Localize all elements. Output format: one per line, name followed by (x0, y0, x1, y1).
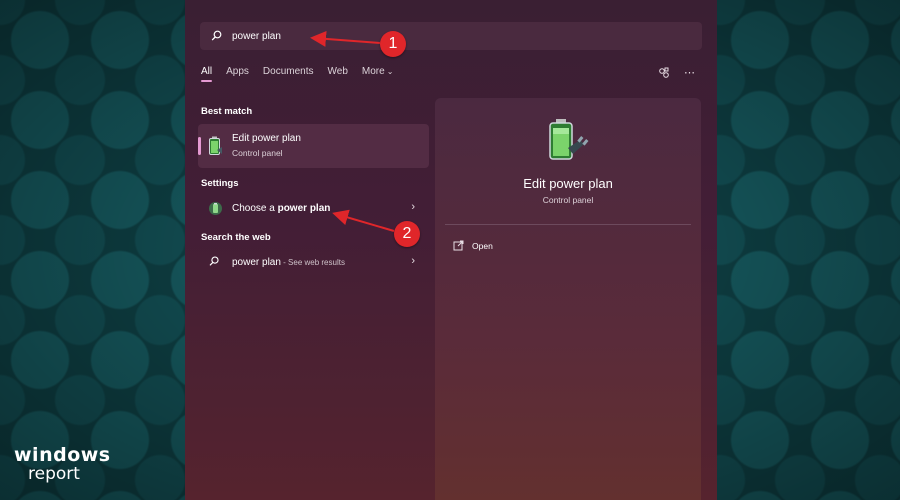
search-icon (208, 255, 221, 273)
best-match-title: Edit power plan (232, 133, 301, 144)
header-actions: ⋯ (644, 66, 695, 79)
windows-report-logo: windows report (14, 446, 111, 483)
chevron-down-icon: ⌄ (386, 67, 394, 76)
chevron-right-icon: › (411, 201, 415, 213)
share-icon[interactable] (658, 67, 670, 79)
tab-more[interactable]: More ⌄ (362, 66, 394, 77)
tab-apps[interactable]: Apps (226, 66, 249, 77)
search-icon (210, 29, 224, 43)
tab-web[interactable]: Web (328, 66, 348, 77)
annotation-step-2: 2 (394, 221, 420, 247)
annotation-step-1: 1 (380, 31, 406, 57)
best-match-subtitle: Control panel (232, 148, 283, 158)
search-box[interactable]: power plan (200, 22, 702, 50)
settings-result-prefix: Choose a (232, 203, 278, 214)
web-result-power-plan[interactable]: power plan - See web results › (198, 251, 429, 275)
more-options-icon[interactable]: ⋯ (684, 66, 695, 79)
best-match-result[interactable]: Edit power plan Control panel (198, 124, 429, 168)
section-settings: Settings (201, 178, 239, 189)
detail-title: Edit power plan (523, 176, 613, 191)
detail-subtitle: Control panel (542, 195, 594, 205)
battery-icon (546, 118, 590, 171)
section-search-web: Search the web (201, 232, 271, 243)
start-search-panel: power plan All Apps Documents Web More ⌄ … (185, 0, 717, 500)
web-result-query: power plan (232, 257, 281, 268)
settings-result-choose-power-plan[interactable]: Choose a power plan › (198, 197, 429, 221)
open-action[interactable]: Open (453, 240, 493, 251)
chevron-right-icon: › (411, 255, 415, 267)
result-detail-pane: Edit power plan Control panel Open (435, 98, 701, 500)
detail-divider (445, 224, 691, 225)
tab-all[interactable]: All (201, 66, 213, 82)
settings-result-bold: power plan (277, 203, 331, 214)
tab-more-label: More (361, 66, 385, 77)
power-plan-icon (208, 201, 223, 221)
battery-icon (207, 136, 223, 161)
open-action-label: Open (472, 240, 493, 251)
web-result-suffix: - See web results (280, 258, 345, 267)
open-external-icon (453, 240, 464, 251)
logo-line-2: report (28, 464, 80, 484)
section-best-match: Best match (201, 106, 253, 117)
search-input[interactable]: power plan (232, 31, 281, 42)
web-result-label: power plan - See web results (232, 257, 345, 268)
logo-line-1: windows (14, 444, 111, 466)
tab-documents[interactable]: Documents (263, 66, 314, 77)
search-filter-tabs: All Apps Documents Web More ⌄ (201, 66, 407, 82)
settings-result-label: Choose a power plan (232, 203, 330, 214)
